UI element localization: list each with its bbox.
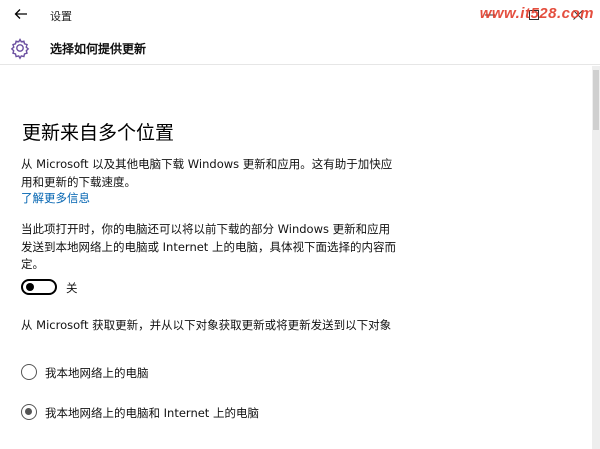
toggle-knob [26, 283, 34, 291]
back-button[interactable] [8, 2, 34, 26]
toggle-description: 当此项打开时，你的电脑还可以将以前下载的部分 Windows 更新和应用发送到本… [21, 222, 396, 271]
intro-text: 从 Microsoft 以及其他电脑下载 Windows 更新和应用。这有助于加… [21, 157, 393, 189]
radio-local-network-label[interactable]: 我本地网络上的电脑 [45, 365, 149, 381]
watermark-text: www.it528.com [479, 5, 594, 22]
section-heading: 更新来自多个位置 [22, 122, 175, 144]
scrollbar-thumb[interactable] [593, 70, 599, 130]
gear-icon [10, 38, 30, 60]
radio-local-and-internet[interactable] [21, 404, 37, 420]
radio-description: 从 Microsoft 获取更新，并从以下对象获取更新或将更新发送到以下对象 [21, 318, 392, 332]
toggle-state-label: 关 [66, 281, 78, 295]
radio-selected-dot [25, 408, 32, 415]
title-bar: 设置 www.it528.com [0, 0, 600, 30]
radio-local-network[interactable] [21, 364, 37, 380]
window-title: 设置 [50, 10, 72, 23]
delivery-toggle[interactable] [21, 279, 57, 295]
page-title: 选择如何提供更新 [50, 42, 147, 56]
page-header: 选择如何提供更新 [0, 30, 600, 65]
arrow-left-icon [14, 9, 27, 19]
learn-more-link[interactable]: 了解更多信息 [21, 190, 90, 206]
radio-local-and-internet-label[interactable]: 我本地网络上的电脑和 Internet 上的电脑 [45, 405, 259, 421]
scrollbar[interactable] [592, 66, 600, 449]
